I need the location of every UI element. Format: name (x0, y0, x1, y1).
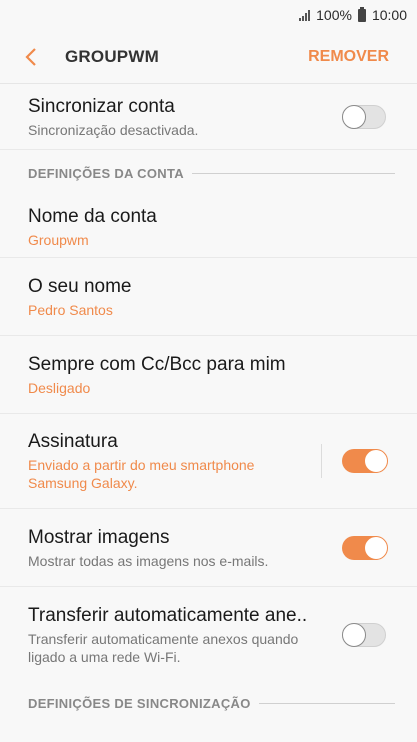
show-images-subtitle: Mostrar todas as imagens nos e-mails. (28, 552, 269, 569)
back-arrow-icon[interactable] (24, 45, 48, 69)
signature-row[interactable]: Assinatura Enviado a partir do meu smart… (0, 414, 417, 509)
section-header-account: DEFINIÇÕES DA CONTA (0, 150, 417, 196)
account-name-row[interactable]: Nome da conta Groupwm (0, 196, 417, 258)
your-name-value: Pedro Santos (28, 301, 113, 318)
sync-account-row[interactable]: Sincronizar conta Sincronização desactiv… (0, 84, 417, 150)
show-images-toggle[interactable] (342, 535, 388, 560)
page-title: GROUPWM (65, 46, 159, 66)
clock: 10:00 (371, 7, 407, 23)
sync-account-subtitle: Sincronização desactivada. (28, 121, 199, 138)
cc-bcc-title: Sempre com Cc/Bcc para mim (28, 353, 286, 375)
auto-download-title: Transferir automaticamente ane.. (28, 605, 308, 626)
show-images-row[interactable]: Mostrar imagens Mostrar todas as imagens… (0, 509, 417, 587)
battery-percent: 100% (316, 7, 352, 23)
sync-account-toggle[interactable] (342, 104, 386, 129)
auto-download-subtitle: Transferir automaticamente anexos quando… (28, 631, 299, 665)
status-bar: 100% 10:00 (0, 0, 417, 30)
cc-bcc-value: Desligado (28, 379, 91, 396)
signature-value: Enviado a partir do meu smartphone Samsu… (28, 457, 255, 491)
account-name-value: Groupwm (28, 231, 89, 248)
row-divider (321, 444, 322, 478)
your-name-row[interactable]: O seu nome Pedro Santos (0, 258, 417, 336)
remove-button[interactable]: REMOVER (308, 48, 389, 66)
cc-bcc-row[interactable]: Sempre com Cc/Bcc para mim Desligado (0, 336, 417, 414)
auto-download-toggle[interactable] (342, 623, 386, 647)
auto-download-row[interactable]: Transferir automaticamente ane.. Transfe… (0, 587, 417, 683)
show-images-title: Mostrar imagens (28, 526, 170, 548)
sync-account-title: Sincronizar conta (28, 95, 175, 117)
battery-icon (357, 6, 366, 22)
app-bar: GROUPWM REMOVER (0, 30, 417, 84)
your-name-title: O seu nome (28, 275, 132, 297)
signal-icon (299, 9, 311, 21)
account-name-title: Nome da conta (28, 205, 157, 227)
signature-title: Assinatura (28, 431, 118, 452)
section-header-sync: DEFINIÇÕES DE SINCRONIZAÇÃO (0, 683, 417, 723)
signature-toggle[interactable] (342, 449, 388, 473)
